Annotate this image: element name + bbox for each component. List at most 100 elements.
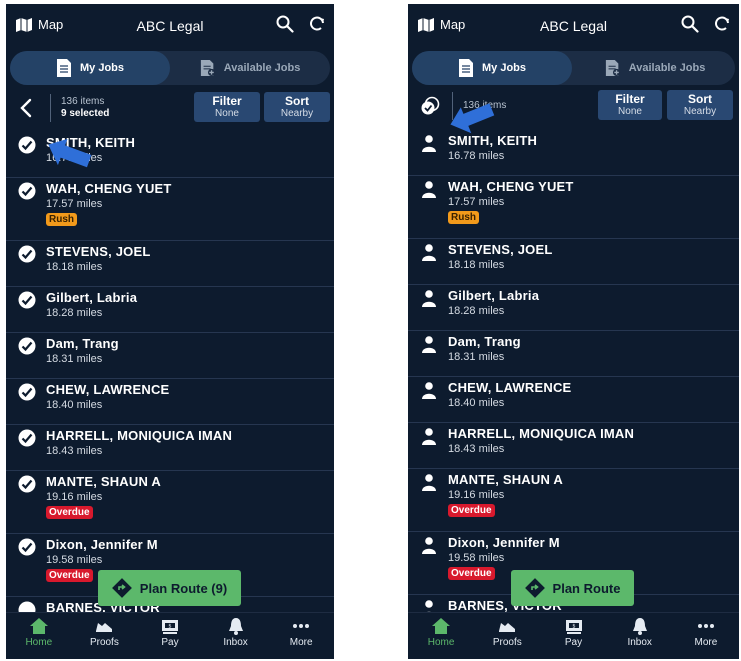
overdue-badge: Overdue [46,569,93,582]
filter-button[interactable]: Filter None [194,92,260,122]
refresh-icon[interactable] [713,15,731,33]
back-chevron-icon[interactable] [20,98,32,118]
bell-icon [632,618,647,635]
job-distance: 18.31 miles [46,353,103,365]
checked-circle-icon[interactable] [18,291,36,309]
overdue-badge: Overdue [448,504,495,517]
nav-label: Proofs [89,637,119,648]
job-row[interactable]: Gilbert, Labria 18.28 miles [6,287,334,333]
job-row[interactable]: MANTE, SHAUN A 19.16 miles Overdue [408,469,739,532]
job-list: SMITH, KEITH16.78 milesWAH, CHENG YUET17… [6,132,334,638]
sort-button[interactable]: Sort Nearby [667,90,733,120]
nav-label: Proofs [492,637,522,648]
nav-item-proofs[interactable]: Proofs [474,613,540,659]
search-icon[interactable] [276,15,294,33]
jobs-segmented-control: My Jobs Available Jobs [10,51,330,85]
multi-select-icon[interactable] [420,96,440,116]
sort-label: Sort [688,92,712,106]
job-name: WAH, CHENG YUET [448,179,574,194]
nav-item-pay[interactable]: $ Pay [137,613,203,659]
nav-item-more[interactable]: More [268,613,334,659]
overdue-badge: Overdue [448,567,495,580]
nav-item-pay[interactable]: $ Pay [540,613,606,659]
nav-item-home[interactable]: Home [408,613,474,659]
document-icon [56,59,71,77]
job-distance: 17.57 miles [46,198,103,210]
phone-screen-normal-mode: Map ABC Legal My Jobs Available Jobs 136… [408,4,739,659]
annotation-arrow-icon [48,138,92,168]
shoe-icon [499,623,516,632]
money-icon: $ [161,620,178,634]
nav-item-inbox[interactable]: Inbox [607,613,673,659]
person-icon [422,181,436,198]
job-name: Gilbert, Labria [46,290,138,305]
job-row[interactable]: SMITH, KEITH16.78 miles [408,130,739,176]
job-row[interactable]: STEVENS, JOEL 18.18 miles [6,241,334,287]
tab-available-jobs-label: Available Jobs [628,62,706,74]
nav-label: Pay [161,637,179,648]
tab-available-jobs[interactable]: Available Jobs [575,51,735,85]
plan-route-button[interactable]: Plan Route (9) [98,570,241,606]
checked-circle-icon[interactable] [18,337,36,355]
overdue-badge: Overdue [46,506,93,519]
filter-button[interactable]: Filter None [598,90,662,120]
job-distance: 19.16 miles [46,491,103,503]
search-icon[interactable] [681,15,699,33]
job-distance: 18.28 miles [448,305,505,317]
job-name: HARRELL, MONIQUICA IMAN [448,426,635,441]
job-row[interactable]: WAH, CHENG YUET 17.57 miles Rush [6,178,334,241]
job-row[interactable]: MANTE, SHAUN A 19.16 miles Overdue [6,471,334,534]
job-row[interactable]: STEVENS, JOEL 18.18 miles [408,239,739,285]
job-distance: 19.16 miles [448,489,505,501]
job-row[interactable]: Dam, Trang 18.31 miles [408,331,739,377]
person-icon [422,382,436,399]
job-row[interactable]: Dam, Trang 18.31 miles [6,333,334,379]
sort-label: Sort [285,94,309,108]
plan-route-button[interactable]: Plan Route [511,570,634,606]
checked-circle-icon[interactable] [18,182,36,200]
person-icon [422,135,436,152]
tab-my-jobs[interactable]: My Jobs [10,51,170,85]
tab-my-jobs-label: My Jobs [79,62,124,74]
top-bar: Map ABC Legal [6,4,334,48]
job-name: WAH, CHENG YUET [46,181,172,196]
sort-value: Nearby [683,106,717,117]
money-icon: $ [565,620,582,634]
checked-circle-icon[interactable] [18,136,36,154]
job-row[interactable]: HARRELL, MONIQUICA IMAN 18.43 miles [408,423,739,469]
tab-my-jobs[interactable]: My Jobs [412,51,572,85]
refresh-icon[interactable] [308,15,326,33]
checked-circle-icon[interactable] [18,475,36,493]
checked-circle-icon[interactable] [18,538,36,556]
nav-item-home[interactable]: Home [6,613,72,659]
filter-value: None [215,108,239,119]
route-icon [524,578,545,598]
job-row[interactable]: Gilbert, Labria 18.28 miles [408,285,739,331]
job-row[interactable]: HARRELL, MONIQUICA IMAN 18.43 miles [6,425,334,471]
nav-item-inbox[interactable]: Inbox [203,613,269,659]
bottom-nav: Home Proofs $ Pay Inbox More [6,612,334,659]
bottom-nav: Home Proofs $ Pay Inbox More [408,612,739,659]
nav-label: Home [25,637,53,648]
nav-item-proofs[interactable]: Proofs [72,613,138,659]
checked-circle-icon[interactable] [18,383,36,401]
svg-text:$: $ [572,624,575,630]
checked-circle-icon[interactable] [18,245,36,263]
job-row[interactable]: CHEW, LAWRENCE 18.40 miles [6,379,334,425]
document-icon [458,59,473,77]
nav-label: More [289,637,313,648]
tab-available-jobs-label: Available Jobs [223,62,301,74]
job-distance: 18.40 miles [46,399,103,411]
nav-label: Inbox [223,637,248,648]
job-distance: 19.58 miles [448,552,505,564]
checked-circle-icon[interactable] [18,429,36,447]
rush-badge: Rush [448,211,479,224]
nav-item-more[interactable]: More [673,613,739,659]
job-name: CHEW, LAWRENCE [46,382,170,397]
job-row[interactable]: CHEW, LAWRENCE 18.40 miles [408,377,739,423]
job-list: SMITH, KEITH16.78 milesWAH, CHENG YUET17… [408,130,739,636]
sort-button[interactable]: Sort Nearby [264,92,330,122]
home-icon [29,618,48,634]
job-row[interactable]: WAH, CHENG YUET 17.57 miles Rush [408,176,739,239]
tab-available-jobs[interactable]: Available Jobs [170,51,330,85]
